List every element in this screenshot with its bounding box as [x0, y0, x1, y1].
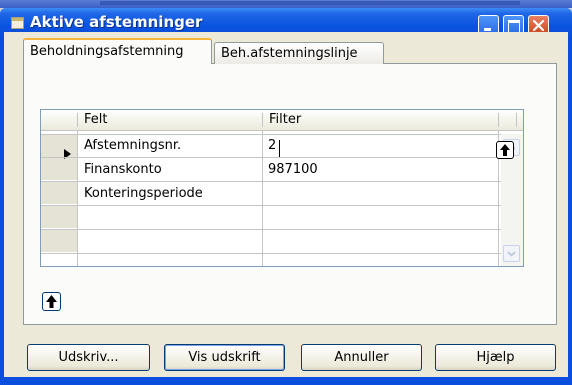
header-separator [262, 113, 263, 127]
header-separator [498, 113, 499, 127]
print-button[interactable]: Udskriv... [27, 344, 150, 371]
arrow-up-icon [46, 295, 57, 308]
row-selector[interactable] [41, 230, 77, 252]
filter-grid: Felt Filter Afstemningsnr. 2 Finanskonto… [40, 109, 524, 267]
help-button[interactable]: Hjælp [435, 344, 556, 371]
row-selector[interactable] [41, 182, 77, 204]
window-title: Aktive afstemninger [30, 13, 203, 31]
lookup-button[interactable] [42, 292, 61, 311]
tab-beh-afstemningslinje[interactable]: Beh.afstemningslinje [214, 42, 384, 64]
arrow-up-icon [500, 144, 510, 156]
preview-button[interactable]: Vis udskrift [164, 344, 285, 371]
row-divider [41, 253, 501, 254]
row-divider [41, 229, 501, 230]
scroll-down-button[interactable] [503, 245, 520, 262]
text-caret [279, 140, 280, 157]
row-lookup-button[interactable] [496, 141, 514, 159]
cancel-button[interactable]: Annuller [301, 344, 422, 371]
column-divider [262, 131, 263, 266]
row-selector[interactable] [41, 158, 77, 180]
header-separator [516, 113, 517, 127]
background-window-title [100, 1, 520, 5]
grid-header: Felt Filter [41, 110, 523, 131]
background-window-strip [0, 0, 572, 8]
tab-beholdningsafstemning[interactable]: Beholdningsafstemning [23, 38, 212, 64]
header-separator [77, 113, 78, 127]
chevron-down-icon [507, 251, 516, 257]
row-selector[interactable] [41, 206, 77, 228]
filter-cell[interactable]: 987100 [268, 158, 318, 182]
field-cell[interactable]: Finanskonto [84, 158, 162, 182]
close-icon [532, 19, 545, 32]
row-selector[interactable] [41, 134, 77, 158]
column-divider [77, 131, 78, 266]
field-cell[interactable]: Konteringsperiode [84, 182, 203, 206]
filter-cell[interactable]: 2 [268, 134, 276, 158]
column-header-filter[interactable]: Filter [269, 110, 301, 130]
form-icon [11, 17, 24, 29]
field-cell[interactable]: Afstemningsnr. [84, 134, 181, 158]
column-header-felt[interactable]: Felt [84, 110, 107, 130]
